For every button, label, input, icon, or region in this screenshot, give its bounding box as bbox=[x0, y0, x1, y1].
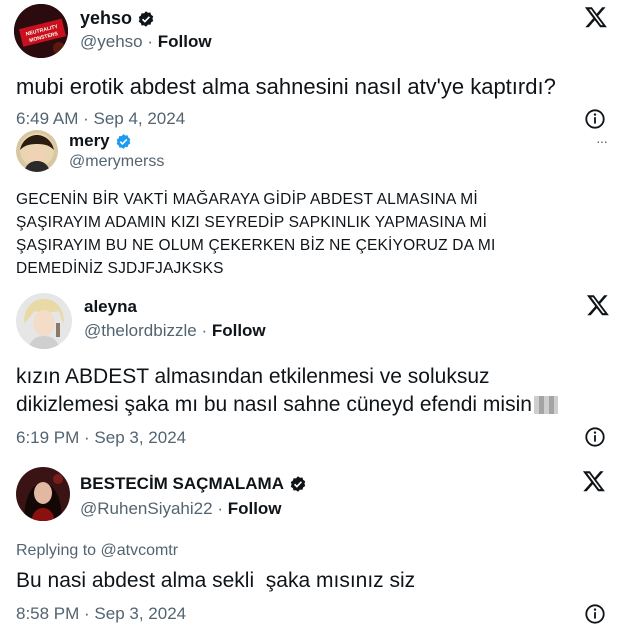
author-handle[interactable]: @thelordbizzle bbox=[84, 321, 197, 340]
tweet-timestamp[interactable]: 6:19 PM · Sep 3, 2024 bbox=[16, 428, 186, 448]
separator: · bbox=[217, 499, 228, 518]
tweet-timestamp[interactable]: 6:49 AM · Sep 4, 2024 bbox=[16, 109, 185, 129]
x-logo-icon[interactable] bbox=[583, 5, 609, 29]
tweet-timestamp[interactable]: 8:58 PM · Sep 3, 2024 bbox=[16, 604, 186, 624]
pixelated-emoji-icon bbox=[533, 396, 558, 415]
author-name[interactable]: yehso bbox=[80, 8, 155, 29]
tweet-text: mubi erotik abdest alma sahnesini nasıl … bbox=[16, 74, 556, 99]
separator: · bbox=[147, 32, 158, 51]
author-handle[interactable]: @RuhenSiyahi22 bbox=[80, 499, 213, 518]
author-handle[interactable]: @merymerss bbox=[69, 153, 164, 171]
author-handle-row: @yehso · Follow bbox=[80, 32, 212, 52]
info-icon[interactable] bbox=[584, 426, 606, 448]
author-name-text: aleyna bbox=[84, 297, 137, 316]
author-name-text: mery bbox=[69, 131, 110, 150]
tweet-text-line: ŞAŞIRAYIM ADAMIN KIZI SEYREDİP SAPKINLIK… bbox=[16, 214, 488, 231]
verified-badge-icon bbox=[116, 133, 130, 149]
avatar-mery[interactable] bbox=[16, 130, 58, 172]
tweet-text-line-row: dikizlemesi şaka mı bu nasıl sahne cüney… bbox=[16, 391, 558, 419]
tweet-text-line: dikizlemesi şaka mı bu nasıl sahne cüney… bbox=[16, 393, 532, 416]
tweet-text-line: ŞAŞIRAYIM BU NE OLUM ÇEKERKEN BİZ NE ÇEK… bbox=[16, 237, 496, 254]
author-name-text: BESTECİM SAÇMALAMA bbox=[80, 474, 284, 493]
author-name-text: yehso bbox=[80, 8, 133, 28]
separator: · bbox=[201, 321, 212, 340]
info-icon[interactable] bbox=[584, 603, 606, 625]
verified-badge-icon bbox=[290, 476, 306, 492]
x-logo-icon[interactable] bbox=[585, 293, 611, 317]
author-handle[interactable]: @yehso bbox=[80, 32, 143, 51]
tweet-text: Bu nasi abdest alma sekli şaka mısınız s… bbox=[16, 569, 416, 592]
author-handle-row: @thelordbizzle · Follow bbox=[84, 321, 266, 341]
author-name[interactable]: BESTECİM SAÇMALAMA bbox=[80, 474, 307, 494]
replying-to[interactable]: Replying to @atvcomtr bbox=[16, 542, 178, 560]
follow-button[interactable]: Follow bbox=[212, 321, 266, 340]
follow-button[interactable]: Follow bbox=[228, 499, 282, 518]
tweet-text-line: DEMEDİNİZ SJDJFJAJKSKS bbox=[16, 260, 224, 277]
info-icon[interactable] bbox=[584, 108, 606, 130]
author-name[interactable]: aleyna bbox=[84, 297, 137, 317]
author-name[interactable]: mery bbox=[69, 131, 132, 151]
x-logo-icon[interactable] bbox=[581, 469, 607, 493]
more-icon[interactable]: ··· bbox=[596, 133, 608, 149]
tweet-text-line: kızın ABDEST almasından etkilenmesi ve s… bbox=[16, 365, 490, 388]
verified-badge-icon bbox=[138, 10, 154, 27]
tweet-text-line: GECENİN BİR VAKTİ MAĞARAYA GİDİP ABDEST … bbox=[16, 191, 478, 208]
avatar-yehso[interactable]: NEUTRALITY MONSTERS bbox=[14, 4, 68, 58]
avatar-aleyna[interactable] bbox=[16, 293, 72, 349]
author-handle-row: @RuhenSiyahi22 · Follow bbox=[80, 499, 282, 519]
follow-button[interactable]: Follow bbox=[158, 32, 212, 51]
avatar-bestecim[interactable] bbox=[16, 467, 70, 521]
